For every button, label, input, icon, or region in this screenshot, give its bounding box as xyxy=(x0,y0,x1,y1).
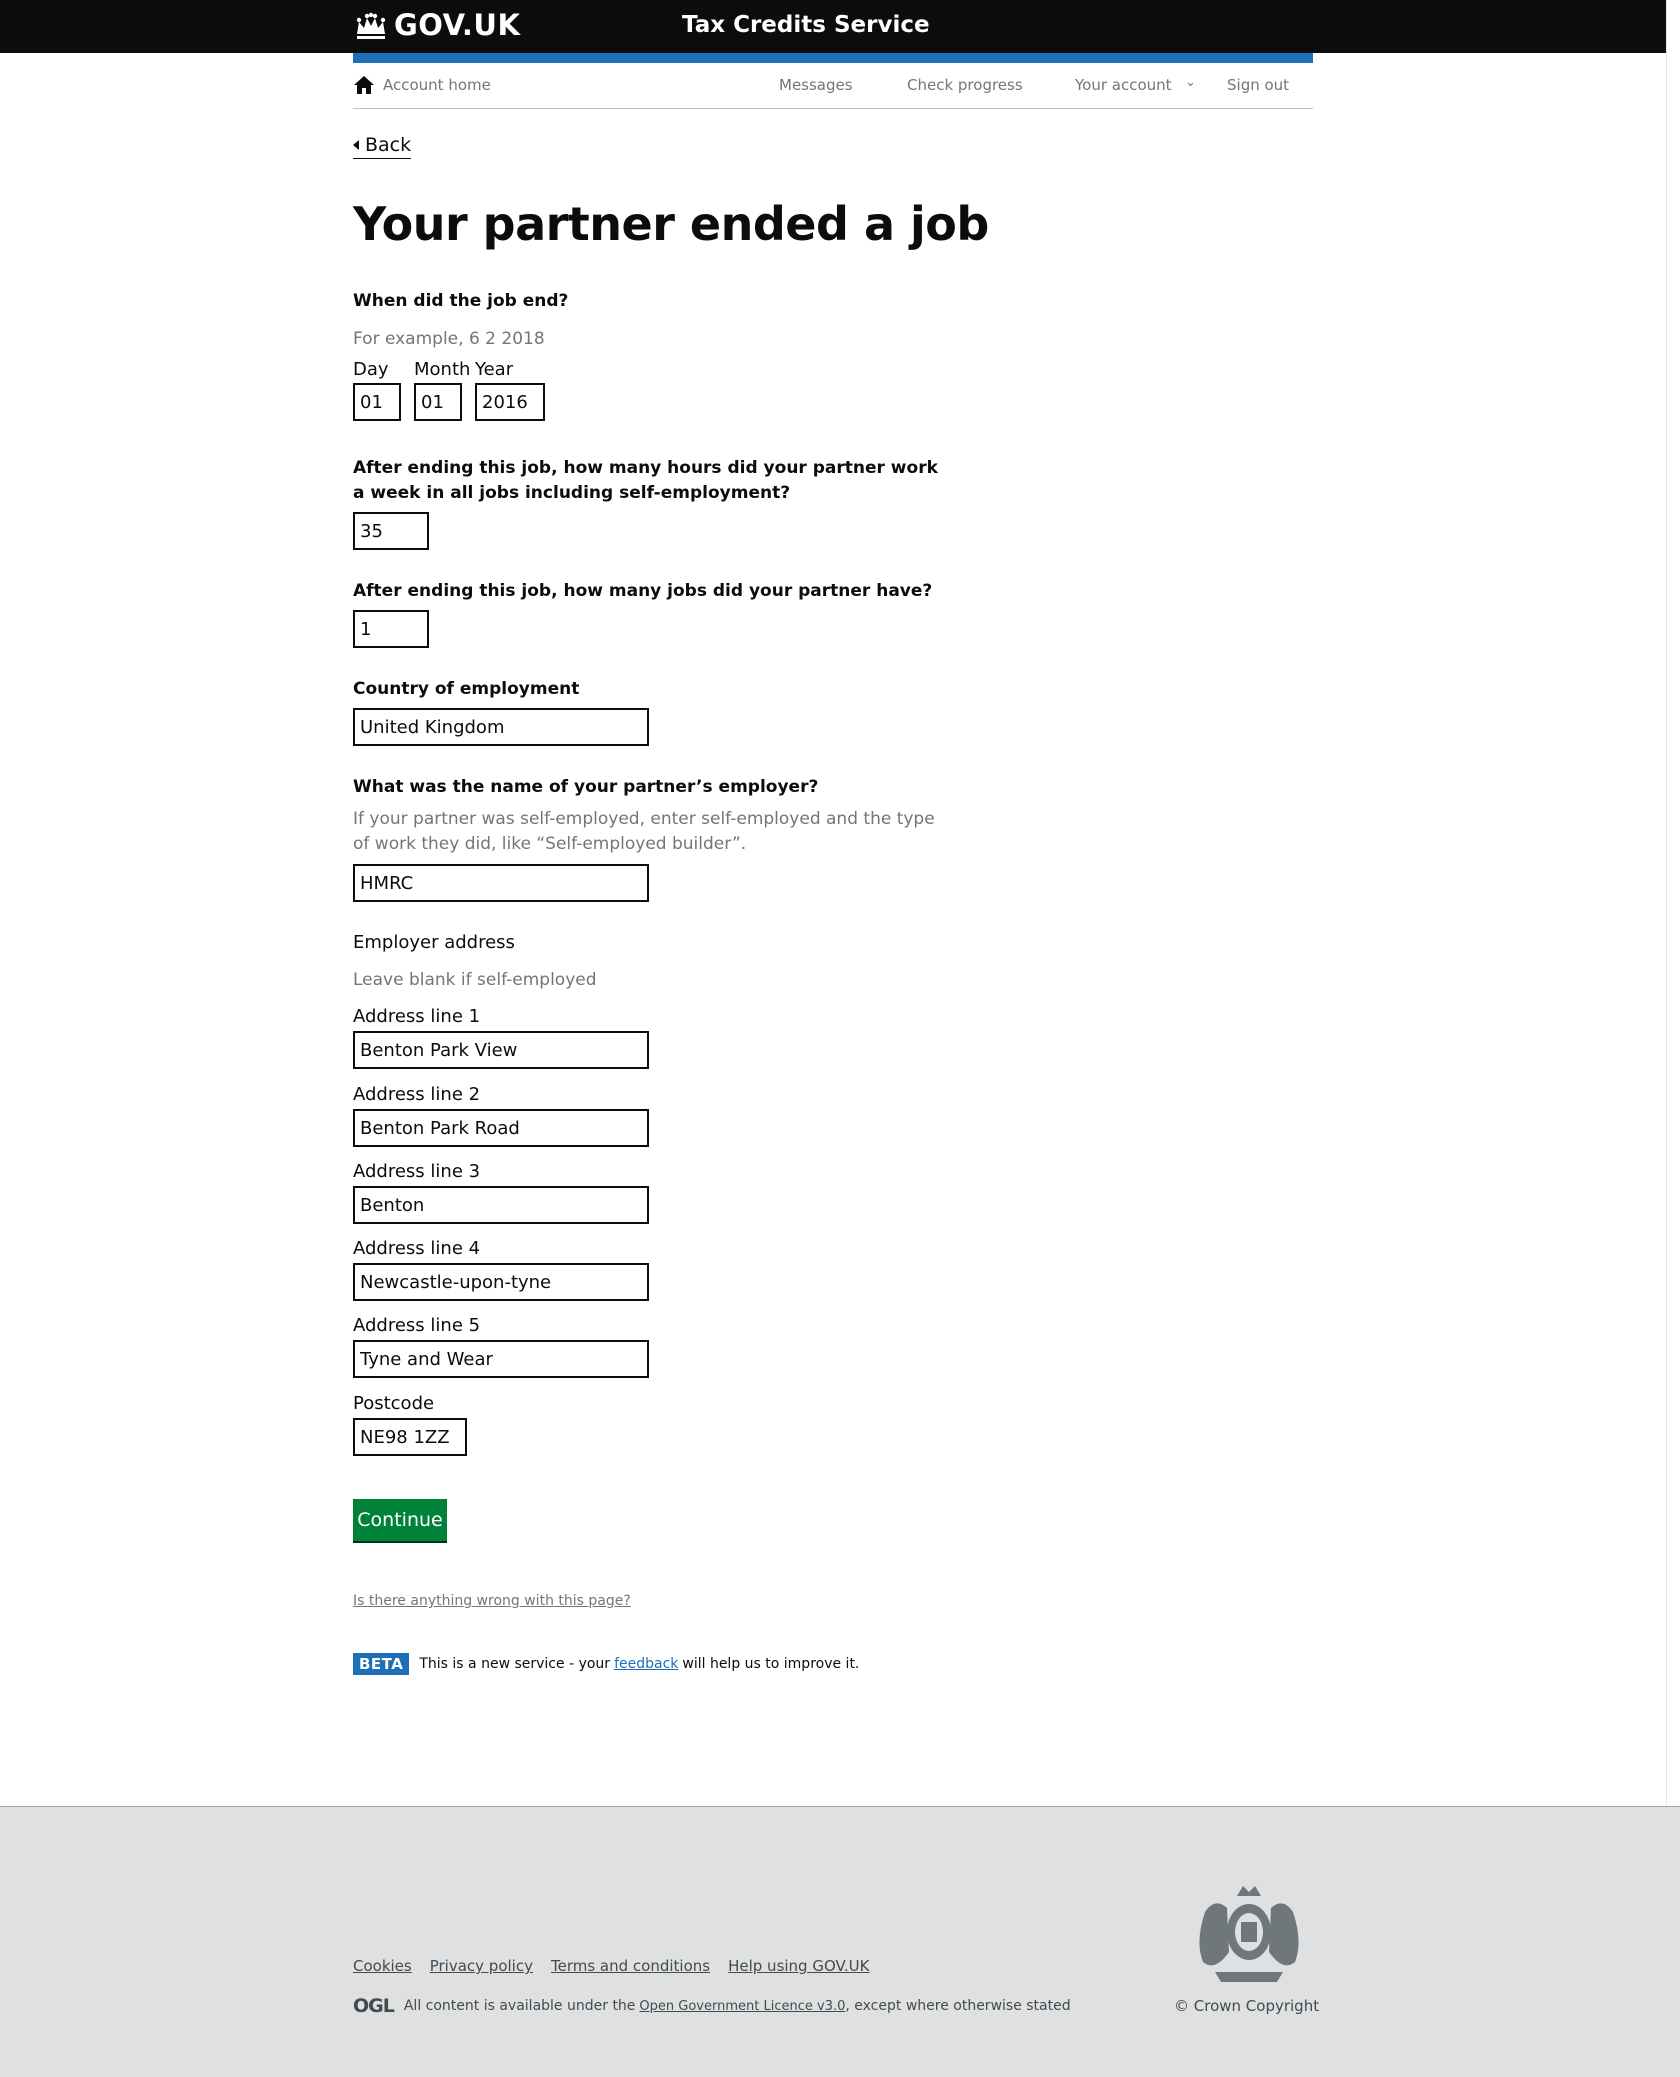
header-accent-bar xyxy=(353,53,1313,63)
ogl-logo-icon: OGL xyxy=(353,1995,395,2017)
jobs-question: After ending this job, how many jobs did… xyxy=(353,581,933,601)
address-line2-input[interactable] xyxy=(353,1109,649,1147)
employer-name-input[interactable] xyxy=(353,864,649,902)
address-line2-label: Address line 2 xyxy=(353,1084,481,1105)
licence-text-after: , except where otherwise stated xyxy=(845,1998,1071,2014)
year-input[interactable] xyxy=(475,383,545,421)
nav-check-progress[interactable]: Check progress xyxy=(907,76,1023,94)
nav-your-account[interactable]: Your account xyxy=(1075,76,1172,94)
footer-link-privacy[interactable]: Privacy policy xyxy=(430,1957,533,1975)
footer-link-terms[interactable]: Terms and conditions xyxy=(551,1957,710,1975)
day-label: Day xyxy=(353,359,389,380)
address-line5-label: Address line 5 xyxy=(353,1315,481,1336)
account-nav: Account home Messages Check progress You… xyxy=(353,63,1313,109)
chevron-down-icon[interactable]: ⌄ xyxy=(1185,75,1196,90)
employer-question: What was the name of your partner’s empl… xyxy=(353,777,819,797)
employer-hint: If your partner was self-employed, enter… xyxy=(353,809,935,854)
footer: Cookies Privacy policy Terms and conditi… xyxy=(0,1806,1680,2077)
crown-copyright[interactable]: © Crown Copyright xyxy=(1174,1997,1319,2015)
jobs-input[interactable] xyxy=(353,610,429,648)
postcode-input[interactable] xyxy=(353,1418,467,1456)
day-input[interactable] xyxy=(353,383,401,421)
feedback-link[interactable]: feedback xyxy=(614,1656,678,1672)
beta-text-after: will help us to improve it. xyxy=(682,1656,860,1672)
postcode-label: Postcode xyxy=(353,1393,435,1414)
job-end-date-hint: For example, 6 2 2018 xyxy=(353,329,545,349)
nav-account-home[interactable]: Account home xyxy=(353,74,491,96)
back-link[interactable]: Back xyxy=(353,134,412,159)
beta-text-before: This is a new service - your xyxy=(419,1656,611,1672)
country-question: Country of employment xyxy=(353,679,580,699)
address-line3-label: Address line 3 xyxy=(353,1161,481,1182)
beta-banner: BETA This is a new service - your feedba… xyxy=(353,1653,859,1675)
address-line4-label: Address line 4 xyxy=(353,1238,481,1259)
crown-icon xyxy=(356,12,386,39)
employer-address-title: Employer address xyxy=(353,932,515,953)
job-end-date-question: When did the job end? xyxy=(353,291,569,311)
footer-link-cookies[interactable]: Cookies xyxy=(353,1957,412,1975)
address-line3-input[interactable] xyxy=(353,1186,649,1224)
service-name[interactable]: Tax Credits Service xyxy=(682,12,930,38)
footer-link-help[interactable]: Help using GOV.UK xyxy=(728,1957,869,1975)
global-header: GOV.UK Tax Credits Service xyxy=(0,0,1666,53)
nav-account-home-label: Account home xyxy=(383,76,491,94)
address-line4-input[interactable] xyxy=(353,1263,649,1301)
continue-button[interactable]: Continue xyxy=(353,1499,447,1541)
royal-coat-of-arms-icon xyxy=(1199,1886,1299,1982)
back-arrow-icon xyxy=(353,140,359,150)
hours-question: After ending this job, how many hours di… xyxy=(353,458,938,503)
country-input[interactable] xyxy=(353,708,649,746)
nav-messages[interactable]: Messages xyxy=(779,76,853,94)
address-line1-label: Address line 1 xyxy=(353,1006,481,1027)
licence-link[interactable]: Open Government Licence v3.0 xyxy=(639,1999,845,2014)
address-line5-input[interactable] xyxy=(353,1340,649,1378)
back-label: Back xyxy=(365,134,412,156)
licence-statement: OGL All content is available under the O… xyxy=(353,1995,1071,2017)
year-label: Year xyxy=(475,359,514,380)
home-icon xyxy=(354,76,374,94)
page-title: Your partner ended a job xyxy=(353,197,989,251)
address-line1-input[interactable] xyxy=(353,1031,649,1069)
report-problem-link[interactable]: Is there anything wrong with this page? xyxy=(353,1593,631,1609)
beta-tag: BETA xyxy=(353,1653,410,1675)
footer-links: Cookies Privacy policy Terms and conditi… xyxy=(353,1957,869,1975)
govuk-logo-link[interactable]: GOV.UK xyxy=(394,8,520,42)
page-edge xyxy=(1666,0,1680,1806)
month-label: Month xyxy=(414,359,471,380)
month-input[interactable] xyxy=(414,383,462,421)
employer-address-hint: Leave blank if self-employed xyxy=(353,970,597,990)
licence-text-before: All content is available under the xyxy=(403,1998,636,2014)
hours-input[interactable] xyxy=(353,512,429,550)
nav-sign-out[interactable]: Sign out xyxy=(1227,76,1289,94)
